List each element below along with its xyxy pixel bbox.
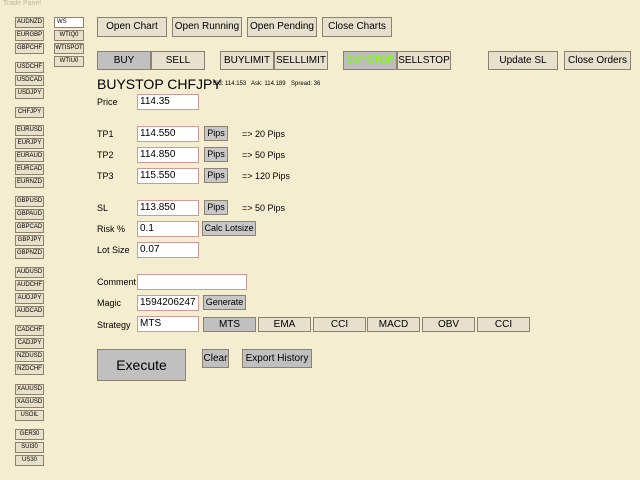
strategy-obv-button[interactable]: OBV xyxy=(422,317,475,332)
symbol-button-us30[interactable]: US30 xyxy=(15,455,44,466)
symbol-button-gbpaud[interactable]: GBPAUD xyxy=(15,209,44,220)
risk-input[interactable]: 0.1 xyxy=(137,221,199,237)
symbol-button-xagusd[interactable]: XAGUSD xyxy=(15,397,44,408)
tp3-pips-button[interactable]: Pips xyxy=(204,168,228,183)
close-charts-button[interactable]: Close Charts xyxy=(322,17,392,37)
generate-button[interactable]: Generate xyxy=(203,295,246,310)
comment-input[interactable] xyxy=(137,274,247,290)
tp3-input[interactable]: 115.550 xyxy=(137,168,199,184)
calc-lotsize-button[interactable]: Calc Lotsize xyxy=(202,221,256,236)
symbol-button-eurgbp[interactable]: EURGBP xyxy=(15,30,44,41)
symbol-button-usoil[interactable]: USOIL xyxy=(15,410,44,421)
open-running-button[interactable]: Open Running xyxy=(172,17,242,37)
tp1-pips-button[interactable]: Pips xyxy=(204,126,228,141)
symbol-button-audjpy[interactable]: AUDJPY xyxy=(15,293,44,304)
symbol-button-euraud[interactable]: EURAUD xyxy=(15,151,44,162)
symbol-button-gbpjpy[interactable]: GBPJPY xyxy=(15,235,44,246)
symbol-button-wtispot[interactable]: WTISPOT xyxy=(54,43,84,54)
symbol-button-gbpchf[interactable]: GBPCHF xyxy=(15,43,44,54)
symbol-button-chfjpy[interactable]: CHFJPY xyxy=(15,107,44,118)
window-title: Trade Panel xyxy=(3,0,41,7)
symbol-button-sui30[interactable]: SUI30 xyxy=(15,442,44,453)
execute-button[interactable]: Execute xyxy=(97,349,186,381)
symbol-button-cadjpy[interactable]: CADJPY xyxy=(15,338,44,349)
buylimit-button[interactable]: BUYLIMIT xyxy=(220,51,274,70)
symbol-button-xauusd[interactable]: XAUUSD xyxy=(15,384,44,395)
sellstop-button[interactable]: SELLSTOP xyxy=(397,51,451,70)
symbol-button-eurjpy[interactable]: EURJPY xyxy=(15,138,44,149)
symbol-button-eurcad[interactable]: EURCAD xyxy=(15,164,44,175)
price-label: Price xyxy=(97,97,118,107)
comment-label: Comment xyxy=(97,277,137,287)
open-chart-button[interactable]: Open Chart xyxy=(97,17,167,37)
symbol-button-usdcad[interactable]: USDCAD xyxy=(15,75,44,86)
symbol-button-audchf[interactable]: AUDCHF xyxy=(15,280,44,291)
symbol-search-input[interactable]: WS xyxy=(54,17,84,28)
strategy-cci-button[interactable]: CCI xyxy=(313,317,366,332)
tp2-pips-button[interactable]: Pips xyxy=(204,147,228,162)
lotsize-label: Lot Size xyxy=(97,245,130,255)
tp1-pips-readout: => 20 Pips xyxy=(242,129,286,139)
tp2-input[interactable]: 114.850 xyxy=(137,147,199,163)
symbol-button-usdjpy[interactable]: USDJPY xyxy=(15,88,44,99)
tp2-label: TP2 xyxy=(97,150,114,160)
spread-value: Spread: 36 xyxy=(291,81,321,87)
symbol-button-eurusd[interactable]: EURUSD xyxy=(15,125,44,136)
sl-pips-readout: => 50 Pips xyxy=(242,203,286,213)
update-sl-button[interactable]: Update SL xyxy=(488,51,558,70)
strategy-ema-button[interactable]: EMA xyxy=(258,317,311,332)
symbol-button-usdchf[interactable]: USDCHF xyxy=(15,62,44,73)
price-input[interactable]: 114.35 xyxy=(137,94,199,110)
tp1-label: TP1 xyxy=(97,129,114,139)
symbol-button-audusd[interactable]: AUDUSD xyxy=(15,267,44,278)
symbol-button-gbpnzd[interactable]: GBPNZD xyxy=(15,248,44,259)
tp2-pips-readout: => 50 Pips xyxy=(242,150,286,160)
symbol-button-gbpcad[interactable]: GBPCAD xyxy=(15,222,44,233)
order-heading: BUYSTOP CHFJPY xyxy=(97,76,222,92)
sl-pips-button[interactable]: Pips xyxy=(204,200,228,215)
close-orders-button[interactable]: Close Orders xyxy=(564,51,631,70)
lotsize-input[interactable]: 0.07 xyxy=(137,242,199,258)
strategy-input[interactable]: MTS xyxy=(137,316,199,332)
sl-label: SL xyxy=(97,203,109,213)
buy-button[interactable]: BUY xyxy=(97,51,151,70)
clear-button[interactable]: Clear xyxy=(202,349,229,368)
strategy-macd-button[interactable]: MACD xyxy=(367,317,420,332)
symbol-button-wtiu0[interactable]: WTIU0 xyxy=(54,56,84,67)
symbol-button-nzdusd[interactable]: NZDUSD xyxy=(15,351,44,362)
strategy-mts-button[interactable]: MTS xyxy=(203,317,256,332)
tp1-input[interactable]: 114.550 xyxy=(137,126,199,142)
symbol-button-audnzd[interactable]: AUDNZD xyxy=(15,17,44,28)
tp3-pips-readout: => 120 Pips xyxy=(242,171,291,181)
tp3-label: TP3 xyxy=(97,171,114,181)
strategy-cci2-button[interactable]: CCI xyxy=(477,317,530,332)
bid-price: Bid: 114.153 xyxy=(213,81,247,87)
symbol-button-wtiq0[interactable]: WTIQ0 xyxy=(54,30,84,41)
ask-price: Ask: 114.189 xyxy=(251,81,286,87)
symbol-button-audcad[interactable]: AUDCAD xyxy=(15,306,44,317)
magic-label: Magic xyxy=(97,298,122,308)
symbol-button-gbpusd[interactable]: GBPUSD xyxy=(15,196,44,207)
symbol-button-ger30[interactable]: GER30 xyxy=(15,429,44,440)
risk-label: Risk % xyxy=(97,224,126,234)
symbol-button-eurnzd[interactable]: EURNZD xyxy=(15,177,44,188)
selllimit-button[interactable]: SELLLIMIT xyxy=(274,51,328,70)
symbol-button-cadchf[interactable]: CADCHF xyxy=(15,325,44,336)
open-pending-button[interactable]: Open Pending xyxy=(247,17,317,37)
magic-input[interactable]: 1594206247 xyxy=(137,295,199,311)
symbol-button-nzdchf[interactable]: NZDCHF xyxy=(15,364,44,375)
sell-button[interactable]: SELL xyxy=(151,51,205,70)
strategy-label: Strategy xyxy=(97,320,131,330)
export-history-button[interactable]: Export History xyxy=(242,349,312,368)
sl-input[interactable]: 113.850 xyxy=(137,200,199,216)
buystop-button[interactable]: BUYSTOP xyxy=(343,51,397,70)
